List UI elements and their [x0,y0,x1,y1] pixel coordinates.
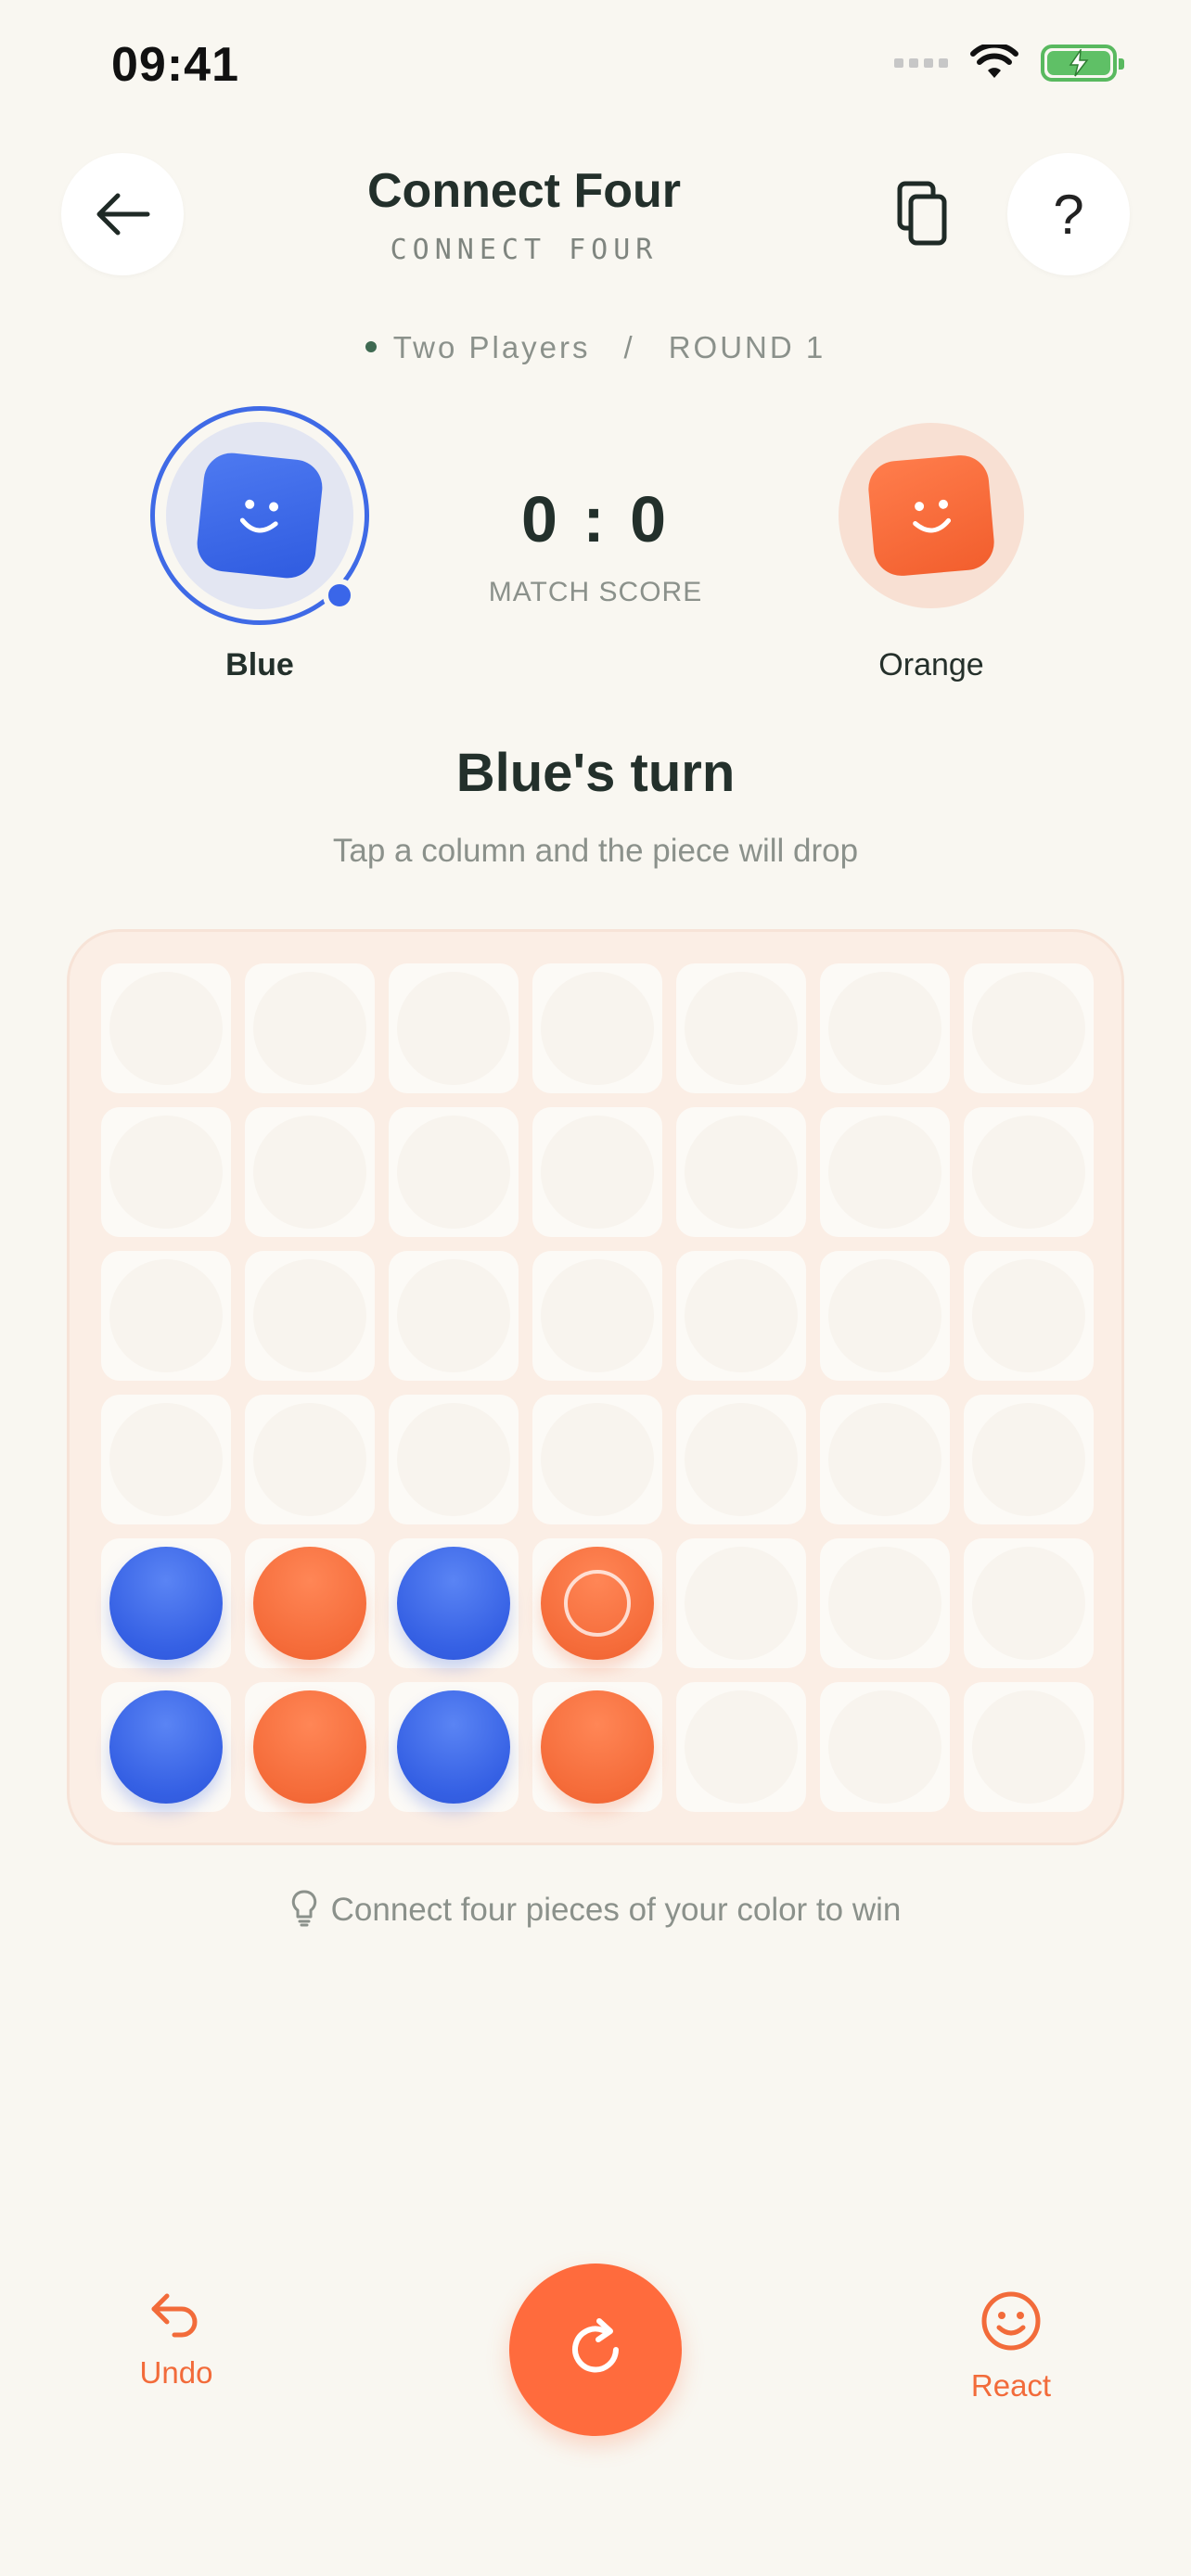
board-cell-r2-c1[interactable] [245,1251,375,1381]
board-grid [101,963,1094,1812]
board-cell-r5-c6[interactable] [964,1682,1094,1812]
copy-icon [897,181,947,246]
lightbulb-icon [291,1890,316,1927]
match-score-label: MATCH SCORE [488,577,703,607]
game-board [67,929,1124,1845]
blue-piece [397,1690,510,1804]
turn-instruction: Tap a column and the piece will drop [332,833,859,869]
win-hint: Connect four pieces of your color to win [0,1890,1191,1932]
game-mode-line: Two Players / ROUND 1 [0,330,1191,365]
board-cell-r5-c4[interactable] [676,1682,806,1812]
board-cell-r0-c4[interactable] [676,963,806,1093]
board-cell-r1-c2[interactable] [389,1107,519,1237]
board-cell-r5-c0[interactable] [101,1682,231,1812]
board-cell-r3-c6[interactable] [964,1395,1094,1524]
board-cell-r0-c5[interactable] [820,963,950,1093]
board-cell-r5-c5[interactable] [820,1682,950,1812]
turn-title: Blue's turn [455,743,736,803]
board-cell-r4-c0[interactable] [101,1538,231,1668]
board-cell-r2-c3[interactable] [532,1251,662,1381]
game-screen: 09:41 Connect Four CONNECT FOUR ? Two Pl… [0,0,1191,2576]
board-cell-r2-c2[interactable] [389,1251,519,1381]
mode-separator: / [623,330,635,364]
undo-icon [151,2293,198,2338]
wifi-icon [970,45,1018,78]
battery-icon [1041,45,1124,82]
board-cell-r1-c4[interactable] [676,1107,806,1237]
board-cell-r4-c4[interactable] [676,1538,806,1668]
react-label: React [970,2368,1052,2403]
board-cell-r0-c3[interactable] [532,963,662,1093]
signal-icon [894,58,948,68]
board-cell-r4-c5[interactable] [820,1538,950,1668]
board-cell-r1-c0[interactable] [101,1107,231,1237]
mode-players: Two Players [392,330,591,364]
mode-round: ROUND 1 [668,330,826,364]
blue-piece [109,1547,223,1660]
board-cell-r3-c3[interactable] [532,1395,662,1524]
board-cell-r5-c2[interactable] [389,1682,519,1812]
board-cell-r3-c4[interactable] [676,1395,806,1524]
restart-button[interactable] [509,2264,682,2436]
board-cell-r4-c6[interactable] [964,1538,1094,1668]
orange-player-avatar [839,423,1024,608]
board-cell-r2-c5[interactable] [820,1251,950,1381]
status-time: 09:41 [111,38,239,92]
blue-player-name: Blue [225,647,294,682]
match-score: 0 : 0 [520,483,671,555]
smiley-face-icon [865,453,997,579]
smiley-face-icon [194,450,326,581]
board-cell-r2-c0[interactable] [101,1251,231,1381]
last-move-marker [564,1570,631,1637]
smiley-icon [981,2291,1041,2351]
win-hint-text: Connect four pieces of your color to win [330,1892,902,1928]
board-cell-r5-c1[interactable] [245,1682,375,1812]
board-cell-r0-c2[interactable] [389,963,519,1093]
board-cell-r0-c0[interactable] [101,963,231,1093]
orange-piece [541,1690,654,1804]
board-cell-r3-c0[interactable] [101,1395,231,1524]
blue-piece [397,1547,510,1660]
board-cell-r3-c2[interactable] [389,1395,519,1524]
undo-button[interactable]: Undo [111,2290,241,2391]
orange-piece [253,1547,366,1660]
orange-piece [253,1690,366,1804]
restart-icon [572,2318,619,2373]
board-cell-r4-c2[interactable] [389,1538,519,1668]
copy-button[interactable] [890,180,955,250]
status-icons [894,45,1124,82]
help-icon: ? [1053,183,1084,246]
board-cell-r2-c6[interactable] [964,1251,1094,1381]
active-turn-indicator [323,579,356,612]
blue-piece [109,1690,223,1804]
board-cell-r0-c6[interactable] [964,963,1094,1093]
board-cell-r4-c1[interactable] [245,1538,375,1668]
help-button[interactable]: ? [1007,153,1130,275]
board-cell-r0-c1[interactable] [245,963,375,1093]
board-cell-r5-c3[interactable] [532,1682,662,1812]
mode-dot-icon [365,341,377,353]
board-cell-r3-c5[interactable] [820,1395,950,1524]
board-cell-r1-c1[interactable] [245,1107,375,1237]
board-cell-r1-c3[interactable] [532,1107,662,1237]
board-cell-r3-c1[interactable] [245,1395,375,1524]
board-cell-r1-c5[interactable] [820,1107,950,1237]
orange-player-name: Orange [878,647,984,682]
board-cell-r2-c4[interactable] [676,1251,806,1381]
undo-label: Undo [139,2355,213,2390]
react-button[interactable]: React [946,2290,1076,2404]
board-cell-r4-c3[interactable] [532,1538,662,1668]
orange-piece [541,1547,654,1660]
board-cell-r1-c6[interactable] [964,1107,1094,1237]
